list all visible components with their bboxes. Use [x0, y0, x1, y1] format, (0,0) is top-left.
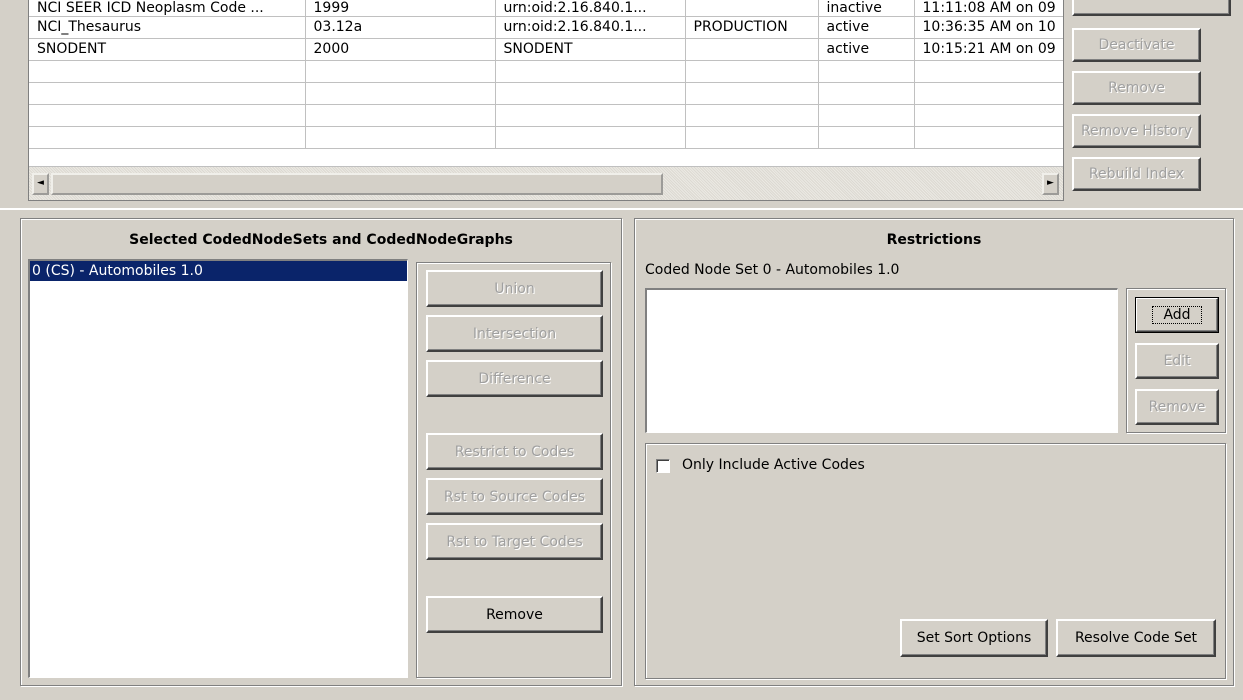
horizontal-scrollbar[interactable]: ◄ ► — [29, 166, 1063, 200]
rebuild-index-button[interactable]: Rebuild Index — [1072, 157, 1201, 191]
restrict-to-target-codes-button[interactable]: Rst to Target Codes — [426, 523, 603, 560]
table-cell — [305, 104, 496, 127]
table-cell: active — [818, 16, 915, 39]
restrictions-listbox[interactable] — [645, 288, 1118, 433]
table-cell — [495, 104, 686, 127]
remove-history-button[interactable]: Remove History — [1072, 114, 1201, 148]
table-cell — [29, 126, 306, 149]
list-item[interactable]: 0 (CS) - Automobiles 1.0 — [30, 261, 407, 281]
restrictions-subtitle: Coded Node Set 0 - Automobiles 1.0 — [645, 262, 900, 278]
table-row[interactable] — [29, 104, 1063, 127]
table-cell: 1999 — [305, 0, 496, 17]
only-active-checkbox[interactable] — [656, 459, 670, 473]
table-cell: PRODUCTION — [685, 16, 819, 39]
table-row[interactable]: SNODENT 2000 SNODENT active 10:15:21 AM on 0… — [29, 38, 1063, 61]
table-cell: 10:15:21 AM on 09 — [914, 38, 1063, 61]
scroll-left-button[interactable]: ◄ — [32, 173, 49, 195]
table-row[interactable] — [29, 60, 1063, 83]
table-cell — [818, 82, 915, 105]
table-cell: SNODENT — [495, 38, 686, 61]
table-cell — [818, 126, 915, 149]
table-cell: 03.12a — [305, 16, 496, 39]
add-restriction-button[interactable]: Add — [1135, 297, 1219, 333]
table-cell — [685, 60, 819, 83]
table-cell — [495, 82, 686, 105]
intersection-button[interactable]: Intersection — [426, 315, 603, 352]
code-systems-grid: NCI SEER ICD Neoplasm Code ... 1999 urn:oi… — [29, 0, 1063, 149]
table-cell — [818, 104, 915, 127]
table-cell — [305, 126, 496, 149]
selected-sets-list: 0 (CS) - Automobiles 1.0 — [30, 261, 407, 281]
table-cell: 2000 — [305, 38, 496, 61]
table-cell — [685, 0, 819, 17]
restrict-to-source-codes-button[interactable]: Rst to Source Codes — [426, 478, 603, 515]
table-cell — [818, 60, 915, 83]
table-cell — [29, 60, 306, 83]
table-cell: 11:11:08 AM on 09 — [914, 0, 1063, 17]
remove-selected-button[interactable]: Remove — [426, 596, 603, 633]
table-cell: NCI_Thesaurus — [29, 16, 306, 39]
table-row[interactable] — [29, 82, 1063, 105]
table-cell: active — [818, 38, 915, 61]
table-cell — [914, 60, 1063, 83]
table-cell — [685, 126, 819, 149]
table-cell: urn:oid:2.16.840.1... — [495, 16, 686, 39]
resolve-code-set-button[interactable]: Resolve Code Set — [1056, 619, 1216, 657]
table-cell — [685, 82, 819, 105]
table-cell — [685, 38, 819, 61]
restrict-to-codes-button[interactable]: Restrict to Codes — [426, 433, 603, 470]
deactivate-button[interactable]: Deactivate — [1072, 28, 1201, 62]
scroll-right-button[interactable]: ► — [1042, 173, 1059, 195]
table-cell — [495, 126, 686, 149]
selected-sets-title: Selected CodedNodeSets and CodedNodeGrap… — [129, 232, 513, 248]
table-cell — [495, 60, 686, 83]
table-cell — [29, 82, 306, 105]
table-cell — [914, 104, 1063, 127]
table-cell: NCI SEER ICD Neoplasm Code ... — [29, 0, 306, 17]
table-cell: 10:36:35 AM on 10 — [914, 16, 1063, 39]
selected-sets-listbox[interactable]: 0 (CS) - Automobiles 1.0 — [28, 259, 408, 678]
table-row[interactable]: NCI_Thesaurus 03.12a urn:oid:2.16.840.1...… — [29, 16, 1063, 39]
table-cell — [29, 104, 306, 127]
table-cell — [685, 104, 819, 127]
table-cell: inactive — [818, 0, 915, 17]
table-cell — [914, 126, 1063, 149]
union-button[interactable]: Union — [426, 270, 603, 307]
set-sort-options-button[interactable]: Set Sort Options — [900, 619, 1048, 657]
difference-button[interactable]: Difference — [426, 360, 603, 397]
table-cell — [914, 82, 1063, 105]
remove-code-system-button[interactable]: Remove — [1072, 71, 1201, 105]
table-row[interactable] — [29, 126, 1063, 149]
table-cell: urn:oid:2.16.840.1... — [495, 0, 686, 17]
remove-restriction-button[interactable]: Remove — [1135, 389, 1219, 425]
table-row[interactable]: NCI SEER ICD Neoplasm Code ... 1999 urn:oi… — [29, 0, 1063, 17]
only-active-label: Only Include Active Codes — [682, 457, 865, 473]
table-cell — [305, 82, 496, 105]
table-cell: SNODENT — [29, 38, 306, 61]
edit-restriction-button[interactable]: Edit — [1135, 343, 1219, 379]
scroll-thumb[interactable] — [51, 173, 663, 195]
activate-button[interactable] — [1072, 0, 1231, 16]
restrictions-title: Restrictions — [886, 232, 982, 248]
add-restriction-label: Add — [1152, 306, 1202, 324]
table-cell — [305, 60, 496, 83]
